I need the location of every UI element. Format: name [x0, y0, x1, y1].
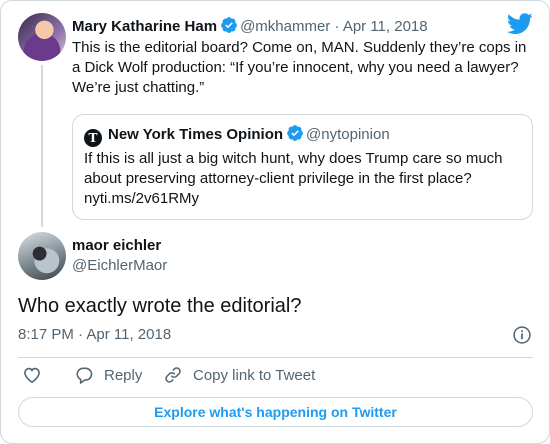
- heart-icon: [24, 367, 40, 384]
- explore-twitter-button[interactable]: Explore what's happening on Twitter: [18, 397, 533, 427]
- copy-link-button[interactable]: Copy link to Tweet: [163, 365, 315, 385]
- reply-button[interactable]: Reply: [74, 365, 142, 385]
- quoted-author-name[interactable]: New York Times Opinion: [108, 126, 283, 143]
- reply-bubble-icon: [76, 367, 93, 385]
- nyt-logo-icon: T: [84, 129, 102, 147]
- original-tweet-header: Mary Katharine Ham @mkhammer · Apr 11, 20…: [72, 16, 428, 37]
- tweet-time[interactable]: 8:17 PM: [18, 326, 74, 343]
- dot-separator: ·: [334, 18, 340, 35]
- dot-separator: ·: [78, 326, 84, 343]
- reply-author-name[interactable]: maor eichler: [72, 237, 161, 254]
- reply-tweet-text: Who exactly wrote the editorial?: [18, 295, 302, 317]
- embedded-tweet-card: Mary Katharine Ham @mkhammer · Apr 11, 20…: [0, 0, 550, 444]
- thread-connector-line: [41, 65, 43, 227]
- like-button[interactable]: [22, 365, 42, 385]
- avatar-mkhammer[interactable]: [18, 13, 66, 61]
- reply-label: Reply: [104, 366, 143, 384]
- original-tweet-text: This is the editorial board? Come on, MA…: [72, 39, 527, 96]
- verified-badge-icon: [221, 17, 237, 33]
- quoted-tweet-text: If this is all just a big witch hunt, wh…: [84, 150, 503, 207]
- reply-author-handle[interactable]: @EichlerMaor: [72, 256, 167, 276]
- reply-tweet-header: maor eichler @EichlerMaor: [72, 236, 167, 276]
- author-name[interactable]: Mary Katharine Ham: [72, 18, 217, 35]
- copy-link-label: Copy link to Tweet: [193, 366, 316, 384]
- quoted-tweet-header: T New York Times Opinion @nytopinion: [84, 124, 390, 147]
- verified-badge-icon: [287, 125, 303, 141]
- twitter-bird-icon[interactable]: [507, 13, 533, 35]
- quoted-author-handle[interactable]: @nytopinion: [306, 126, 390, 143]
- tweet-date[interactable]: Apr 11, 2018: [86, 326, 171, 343]
- quoted-tweet[interactable]: T New York Times Opinion @nytopinion If th…: [72, 114, 533, 220]
- divider: [18, 357, 533, 358]
- tweet-timestamp[interactable]: 8:17 PM · Apr 11, 2018: [18, 325, 171, 345]
- tweet-date[interactable]: Apr 11, 2018: [343, 18, 428, 35]
- info-icon[interactable]: [512, 325, 532, 345]
- author-handle[interactable]: @mkhammer: [240, 18, 330, 35]
- link-icon: [165, 367, 181, 383]
- avatar-eichlermaor[interactable]: [18, 232, 66, 280]
